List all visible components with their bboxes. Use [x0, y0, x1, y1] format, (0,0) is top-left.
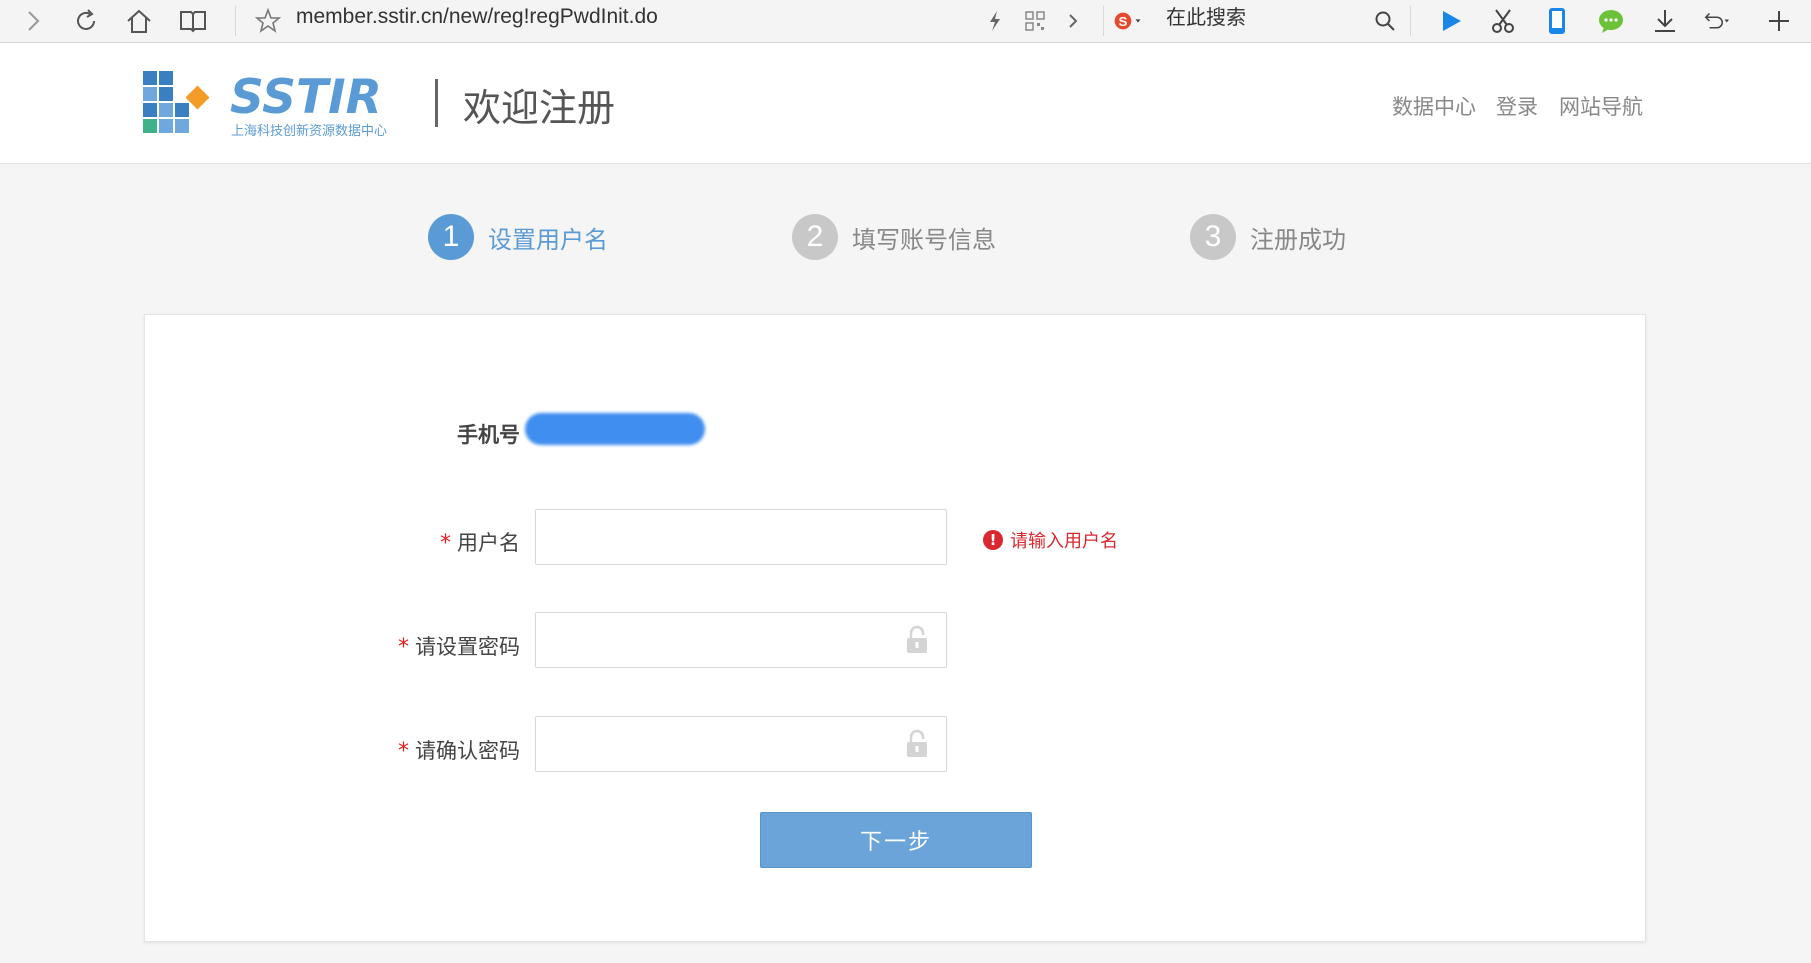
undo-icon[interactable] — [1702, 6, 1732, 36]
header-divider — [435, 79, 438, 127]
step-label: 填写账号信息 — [852, 225, 996, 254]
home-icon[interactable] — [124, 6, 154, 36]
refresh-icon[interactable] — [71, 6, 101, 36]
toolbar-divider — [1410, 6, 1411, 36]
nav-data-center[interactable]: 数据中心 — [1392, 91, 1476, 121]
step-number: 3 — [1190, 214, 1236, 260]
play-icon[interactable] — [1436, 6, 1466, 36]
required-mark: * — [440, 531, 451, 556]
download-icon[interactable] — [1650, 6, 1680, 36]
registration-form-panel: 手机号 * 用户名 ! 请输入用户名 * 请设置密码 * 请确认密码 下一步 — [144, 314, 1646, 942]
nav-login[interactable]: 登录 — [1496, 91, 1538, 121]
chat-icon[interactable] — [1596, 6, 1626, 36]
confirm-password-label: * 请确认密码 — [398, 739, 520, 764]
reading-mode-icon[interactable] — [178, 6, 208, 36]
new-tab-plus-icon[interactable] — [1764, 6, 1794, 36]
lock-icon — [905, 625, 929, 655]
password-label: * 请设置密码 — [398, 635, 520, 660]
lightning-icon[interactable] — [980, 6, 1010, 36]
step-number: 2 — [792, 214, 838, 260]
toolbar-divider — [235, 6, 236, 36]
search-input[interactable]: 在此搜索 — [1166, 0, 1246, 42]
svg-text:S: S — [1119, 14, 1128, 29]
mobile-icon[interactable] — [1542, 6, 1572, 36]
logo-subtitle: 上海科技创新资源数据中心 — [231, 123, 387, 139]
step-2: 2 填写账号信息 — [792, 214, 996, 260]
browser-toolbar: member.sstir.cn/new/reg!regPwdInit.do S … — [0, 0, 1811, 43]
error-icon: ! — [983, 530, 1003, 550]
chevron-right-icon[interactable] — [1058, 6, 1088, 36]
username-error: ! 请输入用户名 — [983, 527, 1118, 553]
logo-wordmark: SSTIR — [230, 71, 382, 125]
bookmark-star-icon[interactable] — [253, 6, 283, 36]
username-label: * 用户名 — [440, 531, 520, 556]
forward-icon[interactable] — [18, 6, 48, 36]
required-mark: * — [398, 739, 409, 764]
password-input[interactable] — [535, 612, 947, 668]
required-mark: * — [398, 635, 409, 660]
qrcode-icon[interactable] — [1020, 6, 1050, 36]
next-step-button[interactable]: 下一步 — [760, 812, 1032, 868]
phone-label: 手机号 — [457, 423, 520, 447]
confirm-password-input[interactable] — [535, 716, 947, 772]
nav-site-map[interactable]: 网站导航 — [1559, 91, 1643, 121]
step-1: 1 设置用户名 — [428, 214, 608, 260]
site-header: SSTIR 上海科技创新资源数据中心 欢迎注册 数据中心 登录 网站导航 — [0, 43, 1811, 164]
sstir-logo[interactable]: SSTIR 上海科技创新资源数据中心 — [143, 70, 408, 143]
sogou-search-icon[interactable]: S — [1113, 6, 1143, 36]
step-3: 3 注册成功 — [1190, 214, 1346, 260]
search-icon[interactable] — [1370, 6, 1400, 36]
lock-icon — [905, 729, 929, 759]
error-text: 请输入用户名 — [1010, 531, 1118, 552]
step-number: 1 — [428, 214, 474, 260]
address-bar[interactable]: member.sstir.cn/new/reg!regPwdInit.do — [296, 0, 658, 42]
step-label: 注册成功 — [1250, 225, 1346, 254]
toolbar-divider — [1103, 6, 1104, 36]
page-title: 欢迎注册 — [463, 86, 616, 130]
username-input[interactable] — [535, 509, 947, 565]
step-label: 设置用户名 — [488, 225, 608, 254]
phone-number-redacted — [525, 413, 705, 445]
scissors-icon[interactable] — [1488, 6, 1518, 36]
